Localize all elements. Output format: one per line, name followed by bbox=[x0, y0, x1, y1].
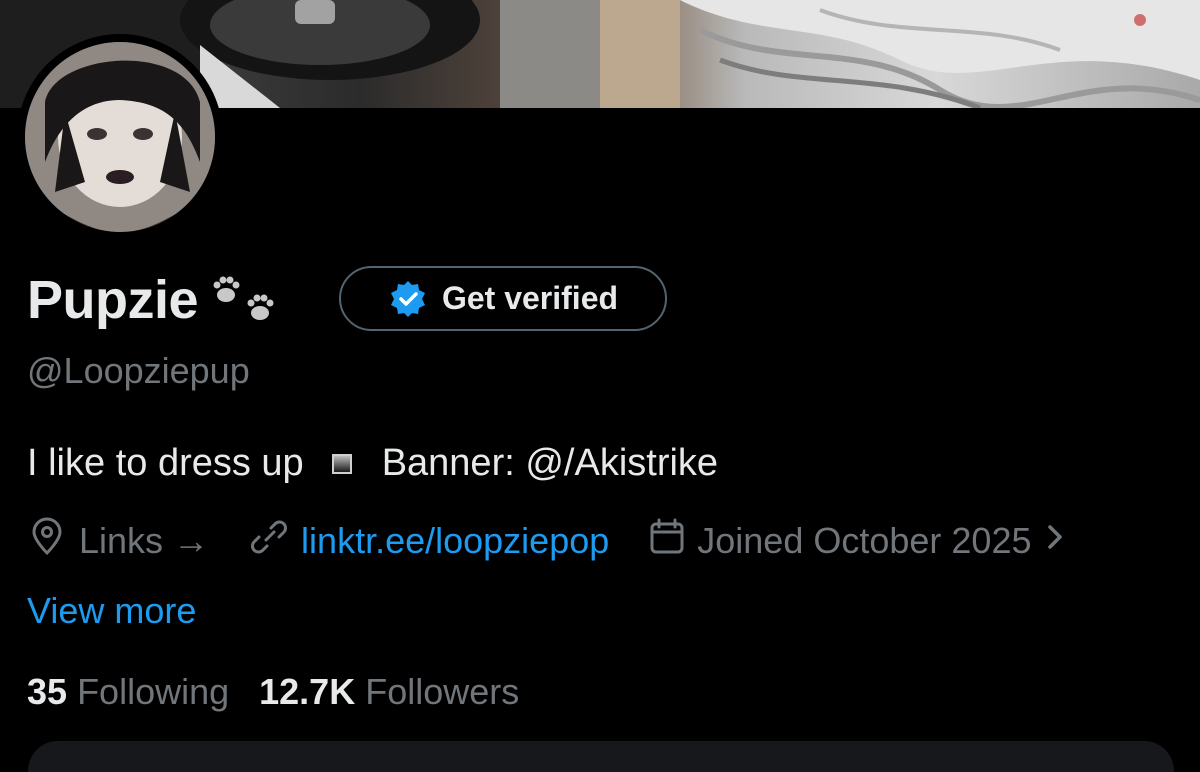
profile-handle: @Loopziepup bbox=[27, 350, 250, 391]
get-verified-label: Get verified bbox=[441, 280, 619, 316]
avatar-image bbox=[25, 42, 215, 232]
following-stat[interactable]: 35 Following bbox=[27, 671, 229, 713]
bio-text: I like to dress up bbox=[27, 442, 304, 484]
profile-page: Pupzie Get verified @Loopziepup I like t… bbox=[0, 0, 1200, 772]
joined-item[interactable]: Joined October 2025 bbox=[647, 517, 1067, 566]
website-link[interactable]: linktr.ee/loopziepop bbox=[301, 520, 609, 562]
paw-prints-icon bbox=[212, 273, 282, 327]
get-verified-button[interactable]: Get verified bbox=[339, 266, 667, 331]
followers-count: 12.7K bbox=[259, 671, 356, 712]
followers-label: Followers bbox=[365, 671, 520, 712]
followers-stat[interactable]: 12.7K Followers bbox=[259, 671, 519, 713]
links-label: Links → bbox=[79, 520, 210, 561]
calendar-icon bbox=[647, 517, 687, 566]
name-row: Pupzie bbox=[27, 262, 282, 338]
following-label: Following bbox=[77, 671, 230, 712]
link-icon bbox=[249, 517, 289, 566]
bio-banner-credit: Banner: @/Akistrike bbox=[381, 442, 719, 484]
following-count: 35 bbox=[27, 671, 68, 712]
joined-date: Joined October 2025 bbox=[697, 520, 1032, 561]
display-name: Pupzie bbox=[27, 270, 199, 330]
view-more-link[interactable]: View more bbox=[27, 590, 196, 632]
location-pin-icon bbox=[27, 517, 67, 566]
bottom-card[interactable] bbox=[28, 741, 1174, 772]
links-item[interactable]: Links → bbox=[27, 517, 209, 566]
follow-stats: 35 Following 12.7K Followers bbox=[27, 671, 519, 713]
chevron-right-icon bbox=[1044, 517, 1068, 566]
website-item[interactable]: linktr.ee/loopziepop bbox=[249, 517, 609, 566]
black-square-icon bbox=[331, 453, 352, 474]
profile-bio: I like to dress up Banner: @/Akistrike bbox=[27, 442, 718, 485]
verified-badge-icon bbox=[388, 279, 428, 319]
avatar[interactable] bbox=[17, 34, 223, 240]
profile-meta: Links → linktr.ee/loopziepop Joined Octo… bbox=[27, 514, 1068, 568]
